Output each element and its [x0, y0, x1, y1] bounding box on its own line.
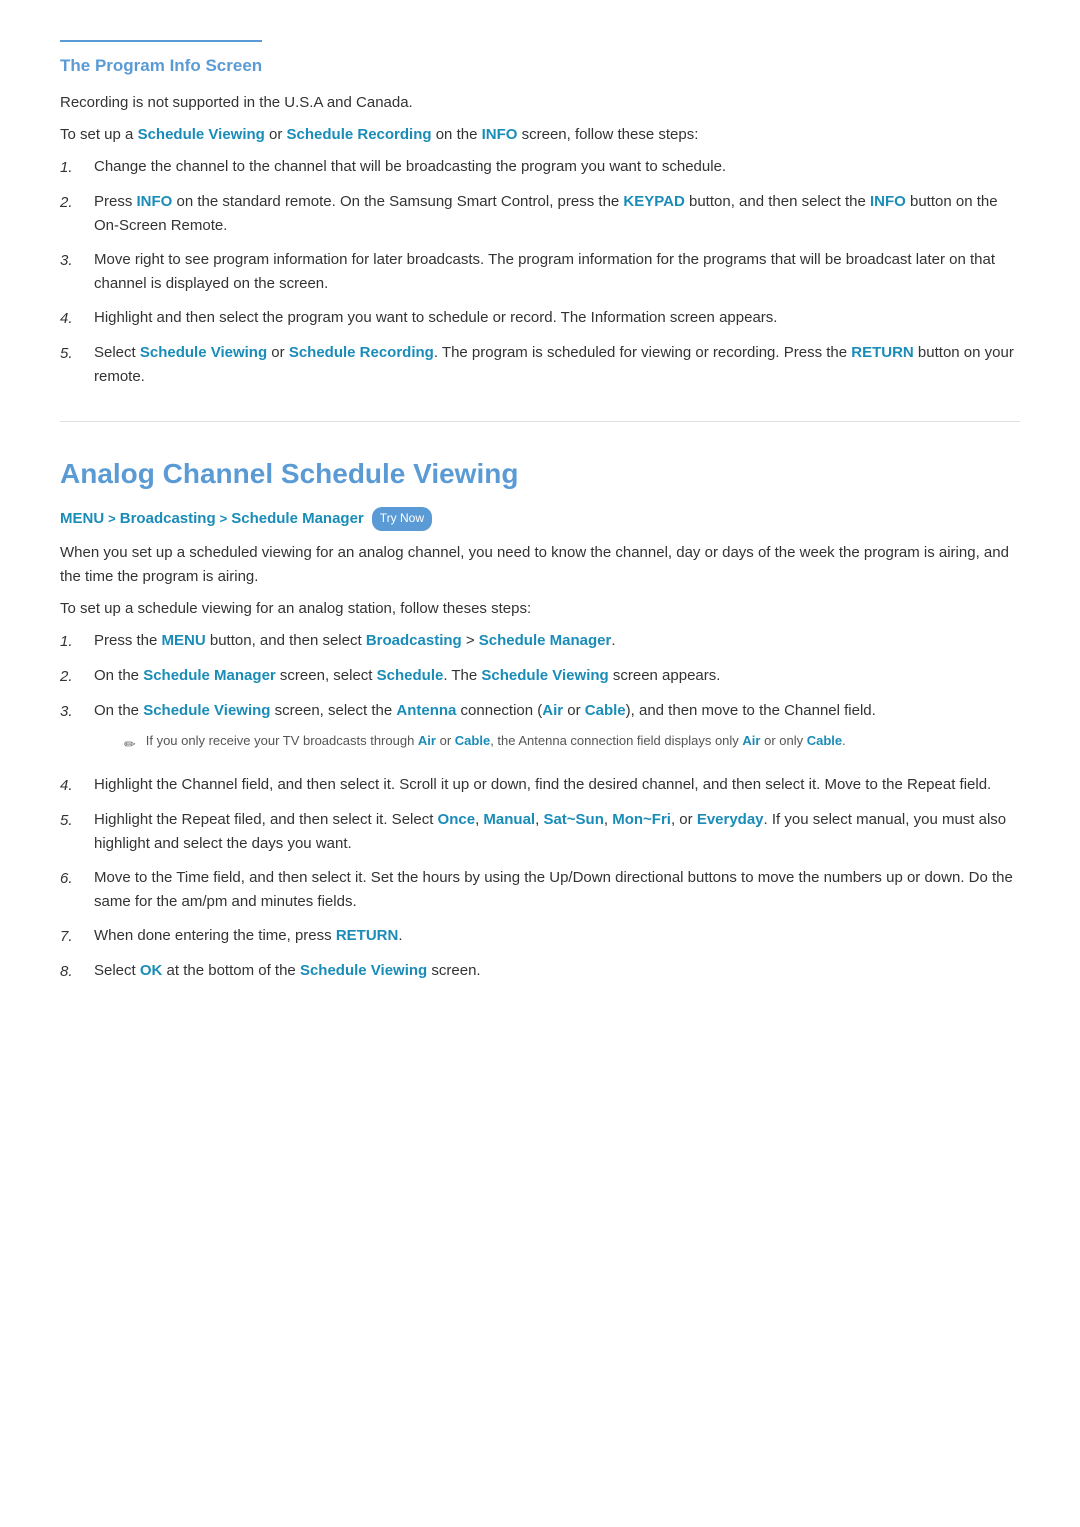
step2-5-text: Highlight the Repeat filed, and then sel… — [94, 808, 1020, 856]
schedule-recording-link2[interactable]: Schedule Recording — [289, 344, 434, 361]
step2-4-text: Highlight the Channel field, and then se… — [94, 773, 991, 797]
step1-4-text: Highlight and then select the program yo… — [94, 306, 777, 330]
step1-4: Highlight and then select the program yo… — [60, 306, 1020, 331]
breadcrumb: MENU > Broadcasting > Schedule Manager T… — [60, 507, 1020, 531]
cable-link3[interactable]: Cable — [807, 733, 842, 748]
step2-1: Press the MENU button, and then select B… — [60, 629, 1020, 654]
air-link1[interactable]: Air — [542, 702, 563, 719]
section1-intro2: To set up a Schedule Viewing or Schedule… — [60, 123, 1020, 147]
breadcrumb-broadcasting[interactable]: Broadcasting — [120, 507, 216, 531]
info-link2[interactable]: INFO — [137, 193, 173, 210]
intro2-mid2: on the — [432, 126, 482, 143]
schedule-viewing-link1[interactable]: Schedule Viewing — [138, 126, 265, 143]
breadcrumb-schedule-manager[interactable]: Schedule Manager — [231, 507, 364, 531]
step2-2-text: On the Schedule Manager screen, select S… — [94, 664, 720, 688]
step1-5-text: Select Schedule Viewing or Schedule Reco… — [94, 341, 1020, 389]
step2-8: Select OK at the bottom of the Schedule … — [60, 959, 1020, 984]
step1-3: Move right to see program information fo… — [60, 248, 1020, 296]
section2-steps: Press the MENU button, and then select B… — [60, 629, 1020, 984]
intro2-suffix: screen, follow these steps: — [517, 126, 698, 143]
step2-4: Highlight the Channel field, and then se… — [60, 773, 1020, 798]
cable-link1[interactable]: Cable — [585, 702, 626, 719]
step1-2: Press INFO on the standard remote. On th… — [60, 190, 1020, 238]
keypad-link[interactable]: KEYPAD — [623, 193, 684, 210]
section2-intro1: When you set up a scheduled viewing for … — [60, 541, 1020, 589]
try-now-badge[interactable]: Try Now — [372, 507, 432, 530]
step2-6: Move to the Time field, and then select … — [60, 866, 1020, 914]
antenna-link[interactable]: Antenna — [396, 702, 456, 719]
section-divider — [60, 421, 1020, 422]
step2-7-text: When done entering the time, press RETUR… — [94, 924, 402, 948]
section1-steps: Change the channel to the channel that w… — [60, 155, 1020, 389]
step1-3-text: Move right to see program information fo… — [94, 248, 1020, 296]
step1-1-text: Change the channel to the channel that w… — [94, 155, 726, 179]
schedule-viewing-link3[interactable]: Schedule Viewing — [481, 667, 608, 684]
section2-intro2: To set up a schedule viewing for an anal… — [60, 597, 1020, 621]
schedule-manager-link2[interactable]: Schedule Manager — [143, 667, 276, 684]
step2-6-text: Move to the Time field, and then select … — [94, 866, 1020, 914]
section-program-info: The Program Info Screen Recording is not… — [60, 40, 1020, 389]
intro2-mid1: or — [265, 126, 287, 143]
section1-intro1: Recording is not supported in the U.S.A … — [60, 91, 1020, 115]
step1-5: Select Schedule Viewing or Schedule Reco… — [60, 341, 1020, 389]
ok-link[interactable]: OK — [140, 962, 163, 979]
section-analog-channel: Analog Channel Schedule Viewing MENU > B… — [60, 452, 1020, 984]
once-link[interactable]: Once — [438, 811, 476, 828]
schedule-manager-link1[interactable]: Schedule Manager — [479, 632, 612, 649]
step1-1: Change the channel to the channel that w… — [60, 155, 1020, 180]
step2-3-text: On the Schedule Viewing screen, select t… — [94, 702, 876, 719]
schedule-link[interactable]: Schedule — [377, 667, 444, 684]
step2-2: On the Schedule Manager screen, select S… — [60, 664, 1020, 689]
note-block: ✏ If you only receive your TV broadcasts… — [124, 731, 876, 755]
return-link1[interactable]: RETURN — [851, 344, 914, 361]
breadcrumb-menu[interactable]: MENU — [60, 507, 104, 531]
schedule-viewing-link4[interactable]: Schedule Viewing — [143, 702, 270, 719]
step2-1-text: Press the MENU button, and then select B… — [94, 629, 616, 653]
schedule-viewing-link5[interactable]: Schedule Viewing — [300, 962, 427, 979]
note-text: If you only receive your TV broadcasts t… — [146, 731, 846, 751]
sat-sun-link[interactable]: Sat~Sun — [543, 811, 603, 828]
step2-7: When done entering the time, press RETUR… — [60, 924, 1020, 949]
intro2-prefix: To set up a — [60, 126, 138, 143]
manual-link[interactable]: Manual — [483, 811, 535, 828]
pencil-icon: ✏ — [124, 733, 136, 755]
info-link1[interactable]: INFO — [482, 126, 518, 143]
mon-fri-link[interactable]: Mon~Fri — [612, 811, 671, 828]
breadcrumb-arrow1: > — [108, 509, 116, 530]
schedule-viewing-link2[interactable]: Schedule Viewing — [140, 344, 267, 361]
broadcasting-link[interactable]: Broadcasting — [366, 632, 462, 649]
section1-title: The Program Info Screen — [60, 40, 262, 79]
cable-link2[interactable]: Cable — [455, 733, 490, 748]
step1-2-text: Press INFO on the standard remote. On th… — [94, 190, 1020, 238]
step2-8-text: Select OK at the bottom of the Schedule … — [94, 959, 481, 983]
everyday-link[interactable]: Everyday — [697, 811, 764, 828]
menu-link[interactable]: MENU — [162, 632, 206, 649]
step2-3: On the Schedule Viewing screen, select t… — [60, 699, 1020, 763]
step2-5: Highlight the Repeat filed, and then sel… — [60, 808, 1020, 856]
breadcrumb-arrow2: > — [220, 509, 228, 530]
schedule-recording-link1[interactable]: Schedule Recording — [287, 126, 432, 143]
section2-title: Analog Channel Schedule Viewing — [60, 452, 1020, 497]
return-link2[interactable]: RETURN — [336, 927, 399, 944]
air-link3[interactable]: Air — [742, 733, 760, 748]
info-link3[interactable]: INFO — [870, 193, 906, 210]
air-link2[interactable]: Air — [418, 733, 436, 748]
